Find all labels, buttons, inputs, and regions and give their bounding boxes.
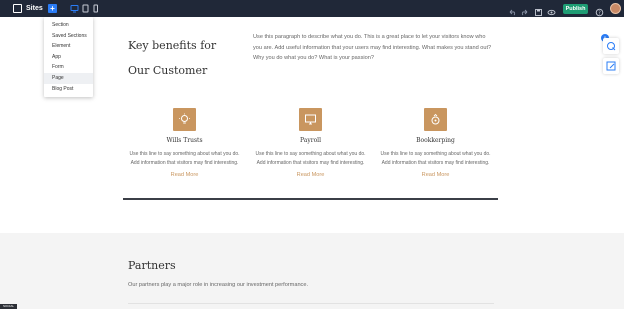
site-label[interactable]: Sites [26,3,43,14]
bottom-badge[interactable]: SOCIAL [0,304,17,309]
preview-eye-icon[interactable] [547,4,556,16]
add-menu-dropdown: Section Saved Sections Element App Form … [44,17,93,97]
user-avatar[interactable] [610,3,621,14]
publish-button[interactable]: Publish [563,4,588,14]
sites-logo-icon[interactable] [13,4,22,13]
read-more-link[interactable]: Read More [378,172,493,178]
partners-title: Partners [128,259,176,272]
feature-card: Bookkerping Use this line to say somethi… [378,108,493,178]
hero-paragraph: Use this paragraph to describe what you … [253,34,492,61]
read-more-link[interactable]: Read More [127,172,242,178]
menu-item-element[interactable]: Element [44,41,93,52]
desktop-view-icon[interactable] [70,4,79,13]
read-more-link[interactable]: Read More [253,172,368,178]
feature-title: Bookkerping [416,137,455,144]
feature-description: Use this line to say something about wha… [129,151,240,166]
section-divider [123,198,498,200]
menu-item-page[interactable]: Page [44,72,93,84]
feature-card: Payroll Use this line to say something a… [253,108,368,178]
monitor-icon [299,108,322,131]
menu-item-saved-sections[interactable]: Saved Sections [44,31,93,42]
menu-item-blog-post[interactable]: Blog Post [44,84,93,95]
help-icon[interactable]: ? [595,4,604,16]
menu-item-section[interactable]: Section [44,20,93,31]
svg-text:?: ? [598,10,601,16]
piggy-bank-icon [424,108,447,131]
menu-item-form[interactable]: Form [44,62,93,73]
partners-divider [128,303,494,304]
partners-description: Our partners play a major role in increa… [128,282,309,288]
hero-title: Key benefits for Our Customer [128,39,217,77]
edit-page-icon[interactable] [603,58,619,74]
top-toolbar: Sites + Publish ? [0,0,624,17]
feature-title: Wills Trusts [166,137,203,144]
undo-icon[interactable] [508,4,517,16]
redo-icon[interactable] [520,4,529,16]
mobile-view-icon[interactable] [91,4,100,13]
feature-description: Use this line to say something about wha… [380,151,491,166]
feature-card: Wills Trusts Use this line to say someth… [127,108,242,178]
menu-item-app[interactable]: App [44,52,93,63]
tablet-view-icon[interactable] [81,4,90,13]
save-icon[interactable] [534,4,543,16]
feature-description: Use this line to say something about wha… [255,151,366,166]
lightbulb-icon [173,108,196,131]
partners-section [0,233,624,309]
add-element-button[interactable]: + [48,4,57,13]
feature-title: Payroll [299,137,322,144]
edit-settings-icon[interactable] [603,38,619,54]
